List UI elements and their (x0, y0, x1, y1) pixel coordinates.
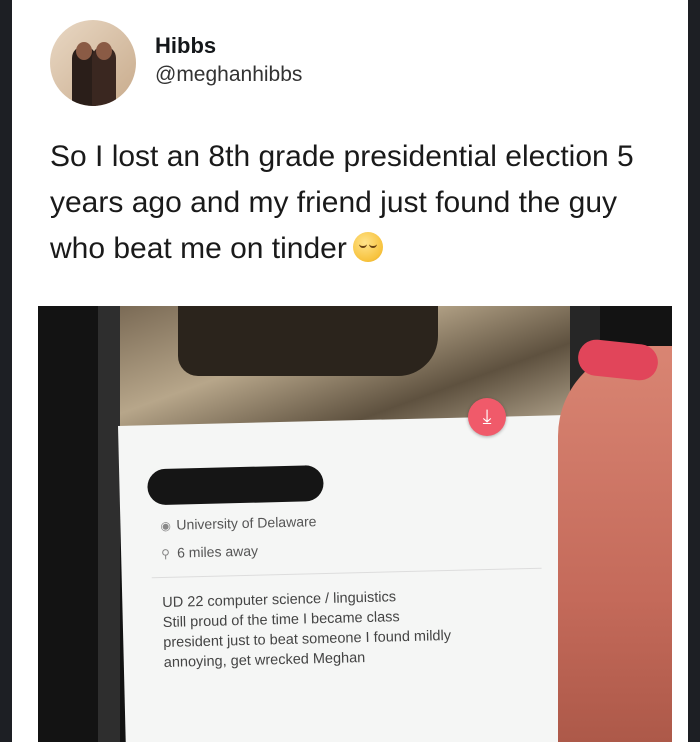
photo-shadow (178, 306, 438, 376)
location-pin-icon: ⚲ (160, 546, 171, 561)
attached-photo[interactable]: ◉ University of Delaware ⚲ 6 miles away UD… (38, 306, 672, 742)
thumb (558, 346, 672, 742)
collapse-profile-button[interactable]: ⤓ (468, 398, 506, 436)
avatar-head (96, 42, 112, 60)
relieved-face-icon (352, 232, 383, 262)
school-icon: ◉ (160, 518, 172, 533)
school-row: ◉ University of Delaware (160, 513, 316, 533)
author-handle[interactable]: @meghanhibbs (155, 63, 302, 87)
redacted-name-bar (147, 465, 324, 506)
profile-bio: UD 22 computer science / linguistics Sti… (162, 584, 544, 673)
tweet-text: So I lost an 8th grade presidential elec… (50, 134, 670, 272)
phone-frame-left (98, 306, 120, 742)
tweet-body: So I lost an 8th grade presidential elec… (50, 140, 634, 265)
tweet-card: Hibbs @meghanhibbs So I lost an 8th grad… (12, 0, 688, 742)
distance-row: ⚲ 6 miles away (161, 543, 258, 561)
arrow-down-icon: ⤓ (482, 406, 492, 428)
tinder-profile-card: ◉ University of Delaware ⚲ 6 miles away UD… (118, 414, 580, 742)
school-text: University of Delaware (176, 513, 317, 533)
divider (151, 567, 542, 579)
author-name[interactable]: Hibbs (155, 33, 216, 59)
avatar-head (76, 42, 92, 60)
distance-text: 6 miles away (176, 542, 259, 561)
avatar[interactable] (50, 20, 136, 106)
